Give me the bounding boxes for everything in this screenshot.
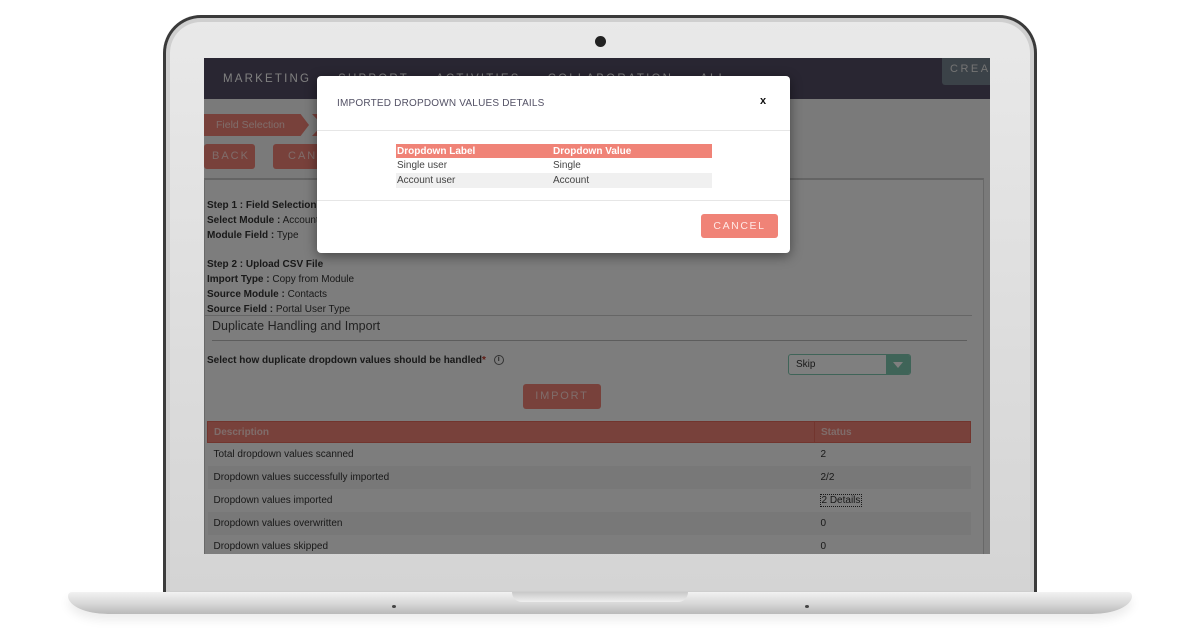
col-dropdown-label: Dropdown Label xyxy=(396,144,552,158)
dropdown-value: Account xyxy=(552,173,712,188)
modal-divider xyxy=(317,130,790,131)
modal-divider xyxy=(317,200,790,201)
col-dropdown-value: Dropdown Value xyxy=(552,144,712,158)
modal-title: IMPORTED DROPDOWN VALUES DETAILS xyxy=(337,98,545,109)
base-foot-icon xyxy=(392,605,396,608)
imported-values-modal: IMPORTED DROPDOWN VALUES DETAILS x Dropd… xyxy=(317,76,790,253)
dropdown-value: Single xyxy=(553,160,581,171)
table-row: Single user Single xyxy=(396,158,712,173)
dropdown-label: Account user xyxy=(396,173,552,188)
laptop-notch xyxy=(512,592,688,602)
modal-cancel-button[interactable]: CANCEL xyxy=(701,214,778,238)
dropdown-values-table: Dropdown Label Dropdown Value Single use… xyxy=(396,144,712,188)
base-foot-icon xyxy=(805,605,809,608)
camera-icon xyxy=(595,36,606,47)
dropdown-label: Single user xyxy=(397,160,448,171)
table-row: Account user Account xyxy=(396,173,712,188)
close-icon[interactable]: x xyxy=(760,95,766,107)
